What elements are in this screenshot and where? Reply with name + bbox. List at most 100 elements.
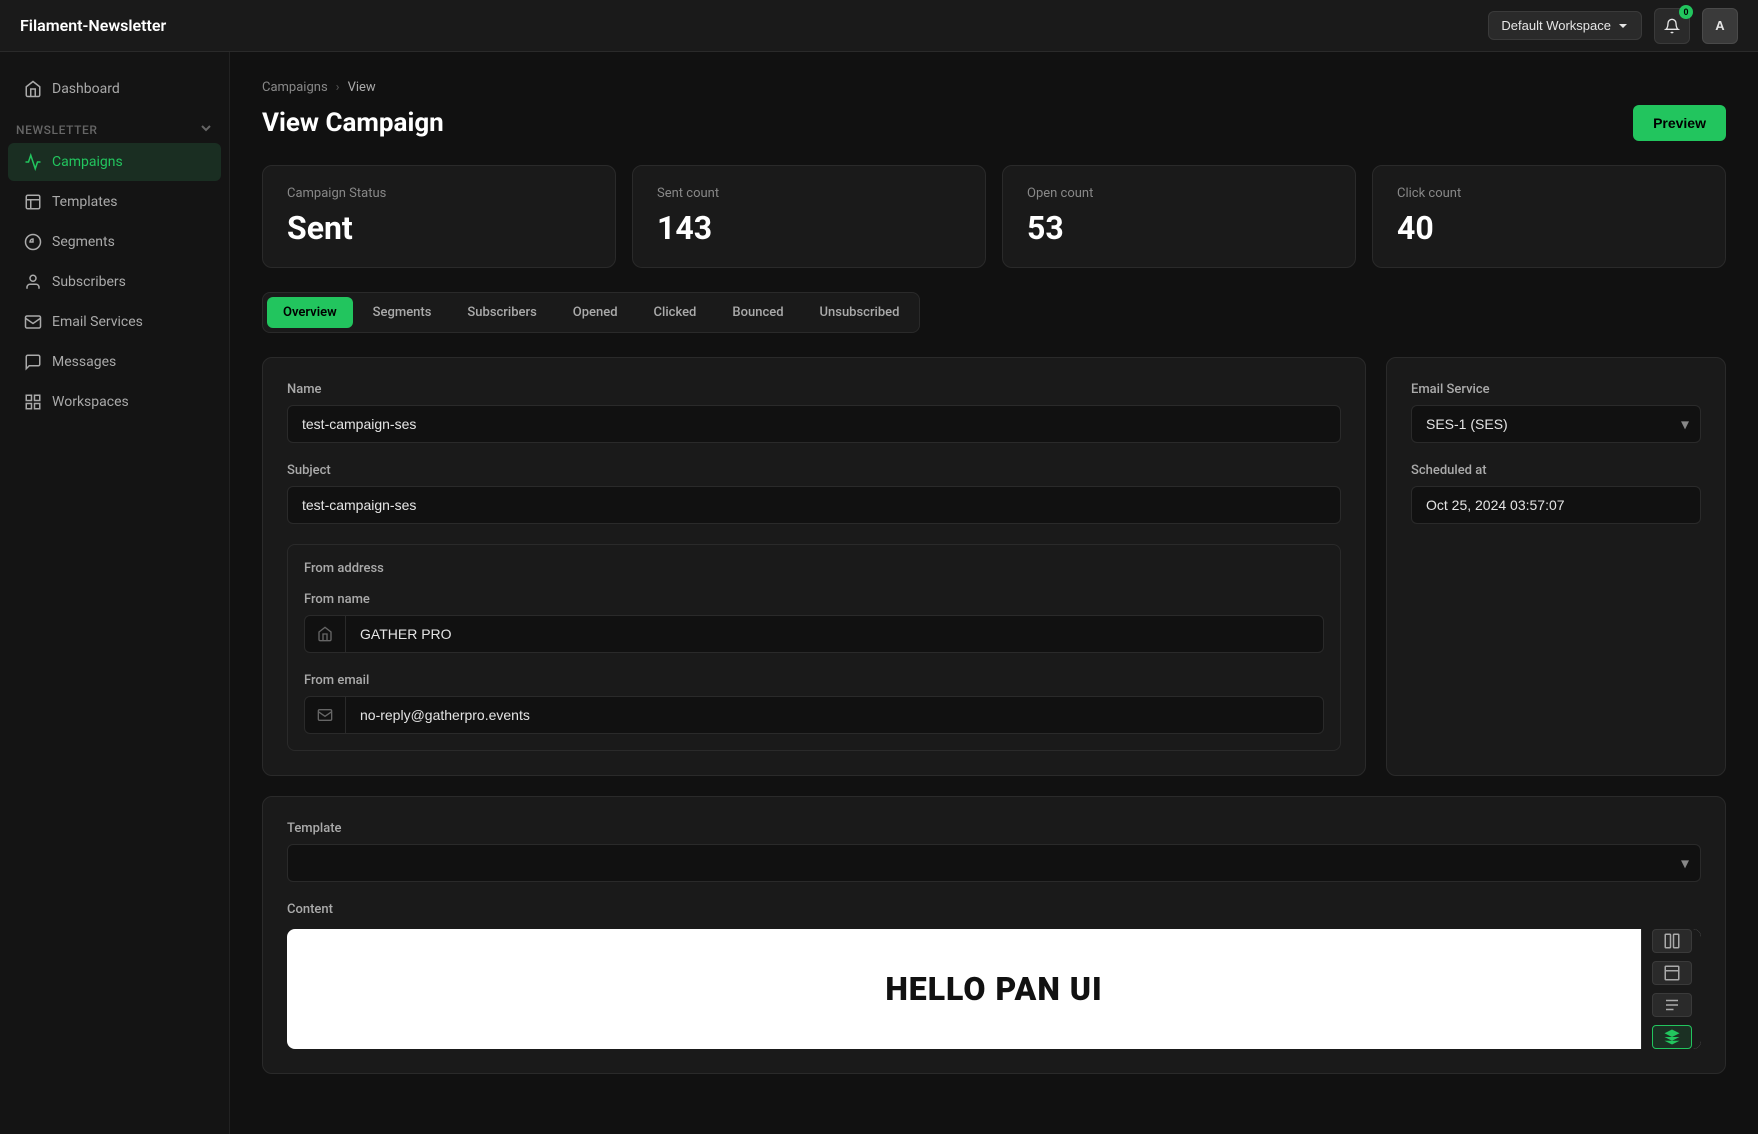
sidebar: Dashboard Newsletter Campaigns Templates <box>0 52 230 1134</box>
subscribers-icon <box>24 273 42 291</box>
form-label-name: Name <box>287 382 1341 397</box>
from-name-input[interactable] <box>346 616 1323 652</box>
from-name-input-wrapper <box>304 615 1324 653</box>
sidebar-section-chevron[interactable] <box>199 120 213 139</box>
stat-label-click: Click count <box>1397 186 1701 201</box>
stat-card-open: Open count 53 <box>1002 165 1356 268</box>
sidebar-section-label: Newsletter <box>16 123 98 137</box>
tab-subscribers[interactable]: Subscribers <box>451 297 552 328</box>
stat-value-status: Sent <box>287 209 591 247</box>
sidebar-item-label: Campaigns <box>52 154 123 170</box>
sidebar-item-segments[interactable]: Segments <box>8 223 221 261</box>
form-label-content: Content <box>287 902 1701 917</box>
form-group-email-service: Email Service SES-1 (SES) <box>1411 382 1701 443</box>
form-group-subject: Subject <box>287 463 1341 524</box>
sidebar-item-label: Messages <box>52 354 116 370</box>
form-group-name: Name <box>287 382 1341 443</box>
layout-icon <box>1663 964 1681 982</box>
breadcrumb: Campaigns › View <box>262 80 1726 95</box>
sidebar-item-subscribers[interactable]: Subscribers <box>8 263 221 301</box>
template-select[interactable] <box>287 844 1701 882</box>
templates-icon <box>24 193 42 211</box>
stat-value-sent: 143 <box>657 209 961 247</box>
form-group-from-email: From email <box>304 673 1324 734</box>
email-service-select[interactable]: SES-1 (SES) <box>1411 405 1701 443</box>
template-select-wrapper <box>287 844 1701 882</box>
tab-unsubscribed[interactable]: Unsubscribed <box>804 297 916 328</box>
sidebar-item-label: Dashboard <box>52 81 120 97</box>
special-icon <box>1663 1028 1681 1046</box>
subject-input[interactable] <box>287 486 1341 524</box>
sidebar-item-templates[interactable]: Templates <box>8 183 221 221</box>
sidebar-item-messages[interactable]: Messages <box>8 343 221 381</box>
bell-icon <box>1664 18 1680 34</box>
breadcrumb-parent[interactable]: Campaigns <box>262 80 328 95</box>
workspace-label: Default Workspace <box>1501 18 1611 33</box>
content-tool-columns[interactable] <box>1652 929 1692 953</box>
scheduled-at-input[interactable] <box>1411 486 1701 524</box>
sidebar-item-label: Segments <box>52 234 115 250</box>
stat-label-open: Open count <box>1027 186 1331 201</box>
stat-value-open: 53 <box>1027 209 1331 247</box>
notification-button[interactable]: 0 <box>1654 8 1690 44</box>
stat-card-sent: Sent count 143 <box>632 165 986 268</box>
from-address-label: From address <box>304 561 1324 576</box>
name-input[interactable] <box>287 405 1341 443</box>
stat-card-status: Campaign Status Sent <box>262 165 616 268</box>
workspace-button[interactable]: Default Workspace <box>1488 11 1642 40</box>
content-preview: HELLO PAN UI <box>287 929 1701 1049</box>
sidebar-item-dashboard[interactable]: Dashboard <box>8 70 221 108</box>
sidebar-section-newsletter: Newsletter <box>0 120 229 139</box>
stats-row: Campaign Status Sent Sent count 143 Open… <box>262 165 1726 268</box>
home-icon <box>24 80 42 98</box>
preview-button[interactable]: Preview <box>1633 105 1726 141</box>
main-content: Campaigns › View View Campaign Preview C… <box>230 52 1758 1134</box>
stat-label-status: Campaign Status <box>287 186 591 201</box>
topbar: Filament-Newsletter Default Workspace 0 … <box>0 0 1758 52</box>
page-header: View Campaign Preview <box>262 105 1726 141</box>
form-card-right: Email Service SES-1 (SES) Scheduled at <box>1386 357 1726 776</box>
workspaces-icon <box>24 393 42 411</box>
envelope-icon <box>317 707 333 723</box>
template-card: Template Content HELLO PAN UI <box>262 796 1726 1074</box>
sidebar-item-workspaces[interactable]: Workspaces <box>8 383 221 421</box>
main-layout: Dashboard Newsletter Campaigns Templates <box>0 52 1758 1134</box>
page-title: View Campaign <box>262 108 444 138</box>
form-label-from-email: From email <box>304 673 1324 688</box>
avatar-label: A <box>1715 18 1724 33</box>
content-tool-text[interactable] <box>1652 993 1692 1017</box>
form-label-scheduled-at: Scheduled at <box>1411 463 1701 478</box>
tab-bounced[interactable]: Bounced <box>716 297 799 328</box>
envelope-input-icon <box>305 697 346 733</box>
content-tool-layout[interactable] <box>1652 961 1692 985</box>
tab-opened[interactable]: Opened <box>557 297 634 328</box>
stat-label-sent: Sent count <box>657 186 961 201</box>
form-group-from-name: From name <box>304 592 1324 653</box>
app-title: Filament-Newsletter <box>20 16 166 35</box>
avatar-button[interactable]: A <box>1702 8 1738 44</box>
form-label-subject: Subject <box>287 463 1341 478</box>
columns-icon <box>1663 932 1681 950</box>
sidebar-item-campaigns[interactable]: Campaigns <box>8 143 221 181</box>
house-icon <box>317 626 333 642</box>
form-group-content: Content HELLO PAN UI <box>287 902 1701 1049</box>
content-preview-text: HELLO PAN UI <box>885 970 1102 1008</box>
form-card-left: Name Subject From address From name <box>262 357 1366 776</box>
sidebar-item-email-services[interactable]: Email Services <box>8 303 221 341</box>
content-tool-special[interactable] <box>1652 1025 1692 1049</box>
tab-segments[interactable]: Segments <box>357 297 448 328</box>
tab-overview[interactable]: Overview <box>267 297 353 328</box>
from-email-input-wrapper <box>304 696 1324 734</box>
from-address-box: From address From name <box>287 544 1341 751</box>
text-icon <box>1663 996 1681 1014</box>
stat-value-click: 40 <box>1397 209 1701 247</box>
from-email-input[interactable] <box>346 697 1323 733</box>
content-toolbar <box>1641 929 1701 1049</box>
tab-clicked[interactable]: Clicked <box>638 297 713 328</box>
form-label-email-service: Email Service <box>1411 382 1701 397</box>
form-label-template: Template <box>287 821 1701 836</box>
email-service-select-wrapper: SES-1 (SES) <box>1411 405 1701 443</box>
breadcrumb-separator: › <box>336 80 340 95</box>
form-label-from-name: From name <box>304 592 1324 607</box>
tabs-bar: Overview Segments Subscribers Opened Cli… <box>262 292 920 333</box>
